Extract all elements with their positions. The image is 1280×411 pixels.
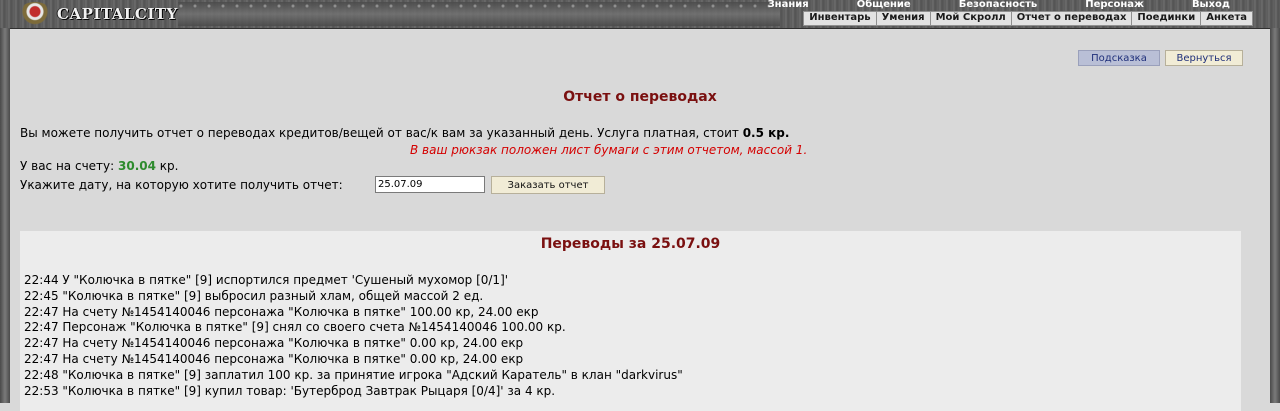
log-entry: 22:47 Персонаж "Колючка в пятке" [9] сня… xyxy=(24,320,566,335)
hint-button[interactable]: Подсказка xyxy=(1078,50,1160,66)
menu-exit[interactable]: Выход xyxy=(1168,0,1254,10)
log-entry: 22:47 На счету №1454140046 персонажа "Ко… xyxy=(24,304,539,319)
service-description-text: Вы можете получить отчет о переводах кре… xyxy=(20,126,743,140)
report-panel: Переводы за 25.07.09 22:44 У "Колючка в … xyxy=(20,231,1241,411)
balance-line: У вас на счету: 30.04 кр. xyxy=(20,159,178,173)
menu-knowledge[interactable]: Знания xyxy=(744,0,833,10)
date-input[interactable] xyxy=(375,176,485,193)
service-price: 0.5 кр. xyxy=(742,126,790,140)
log-entry: 22:53 "Колючка в пятке" [9] купил товар:… xyxy=(24,383,556,398)
submenu-skills[interactable]: Умения xyxy=(875,12,930,25)
sub-menu: Инвентарь Умения Мой Скролл Отчет о пере… xyxy=(803,11,1253,26)
log-entry: 22:48 "Колючка в пятке" [9] заплатил 100… xyxy=(24,367,683,382)
order-report-button[interactable]: Заказать отчет xyxy=(491,176,605,194)
service-description: Вы можете получить отчет о переводах кре… xyxy=(20,126,789,140)
main-menu: Знания Общение Безопасность Персонаж Вых… xyxy=(744,0,1254,10)
menu-character[interactable]: Персонаж xyxy=(1061,0,1168,10)
submenu-profile[interactable]: Анкета xyxy=(1200,12,1252,25)
main-content: Подсказка Вернуться Отчет о переводах Вы… xyxy=(10,29,1270,411)
menu-security[interactable]: Безопасность xyxy=(935,0,1062,10)
header-decoration xyxy=(178,2,780,26)
right-frame xyxy=(1270,28,1280,403)
page-title: Отчет о переводах xyxy=(563,89,717,105)
logo-emblem-icon xyxy=(18,2,52,26)
top-bar: CAPITALCITY Знания Общение Безопасность … xyxy=(0,0,1280,29)
report-title: Переводы за 25.07.09 xyxy=(540,236,721,252)
log-entry: 22:44 У "Колючка в пятке" [9] испортился… xyxy=(24,273,509,287)
balance-label: У вас на счету: xyxy=(20,159,118,173)
submenu-inventory[interactable]: Инвентарь xyxy=(804,12,875,25)
back-button[interactable]: Вернуться xyxy=(1165,50,1243,66)
left-frame xyxy=(0,28,10,403)
log-entry: 22:47 На счету №1454140046 персонажа "Ко… xyxy=(24,351,524,366)
balance-value: 30.04 xyxy=(118,159,156,173)
menu-communication[interactable]: Общение xyxy=(833,0,935,10)
balance-unit: кр. xyxy=(155,159,179,173)
date-prompt: Укажите дату, на которую хотите получить… xyxy=(20,178,343,192)
submenu-my-scroll[interactable]: Мой Скролл xyxy=(929,12,1011,25)
log-entry: 22:45 "Колючка в пятке" [9] выбросил раз… xyxy=(24,288,484,303)
backpack-notice: В ваш рюкзак положен лист бумаги с этим … xyxy=(410,143,808,157)
report-log: 22:44 У "Колючка в пятке" [9] испортился… xyxy=(24,273,683,399)
log-entry: 22:47 На счету №1454140046 персонажа "Ко… xyxy=(24,336,524,351)
submenu-duels[interactable]: Поединки xyxy=(1131,12,1200,25)
logo: CAPITALCITY xyxy=(57,5,178,23)
submenu-transfer-report[interactable]: Отчет о переводах xyxy=(1010,12,1132,25)
